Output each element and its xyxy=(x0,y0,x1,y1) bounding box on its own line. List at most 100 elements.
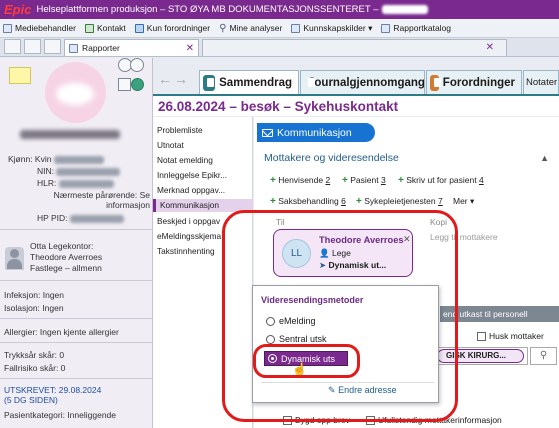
menu-item-notat-emelding[interactable]: Notat emelding xyxy=(157,155,251,165)
divider xyxy=(0,318,152,319)
menu-item-problemliste[interactable]: Problemliste xyxy=(157,125,251,135)
back-arrow-icon[interactable]: ← xyxy=(158,71,172,87)
epic-logo: Epic xyxy=(4,2,32,17)
menu-item-merknad[interactable]: Merknad oppgav... xyxy=(157,185,251,195)
navigation-arrows: ← → xyxy=(158,71,188,87)
add-henvisende-button[interactable]: + Henvisende 2 xyxy=(270,175,330,186)
subsection-title: Mottakere og videresendelse xyxy=(264,152,399,164)
menu-mine-analyser[interactable]: ⚲ Mine analyser xyxy=(219,23,282,34)
patient-nin: NIN: xyxy=(37,166,121,176)
pressure-ulcer-score[interactable]: Trykksår skår: 0 xyxy=(4,350,64,360)
tab-label: Journalgjennomgang xyxy=(308,76,425,89)
menu-rapportkatalog[interactable]: Rapportkatalog xyxy=(381,23,451,33)
report-icon xyxy=(381,23,391,33)
close-icon[interactable]: ✕ xyxy=(186,43,194,54)
tab-journalgjennomgang[interactable]: Journalgjennomgang xyxy=(300,70,425,94)
patient-sidebar: Kjønn: Kvin NIN: HLR: Nærmeste pårørende… xyxy=(0,58,153,428)
next-of-kin[interactable]: Nærmeste pårørende: Se informasjon xyxy=(22,190,150,210)
patient-hlr: HLR: xyxy=(37,178,114,188)
menu-label: Rapportkatalog xyxy=(393,23,452,33)
fall-risk-score[interactable]: Fallrisiko skår: 0 xyxy=(4,363,65,373)
menu-label: Kontakt xyxy=(96,23,126,33)
tab-rapporter[interactable]: Rapporter ✕ xyxy=(64,39,199,56)
plus-icon: + xyxy=(356,196,362,207)
divider xyxy=(0,378,152,379)
forward-arrow-icon[interactable]: → xyxy=(174,71,188,87)
tab-label: Sammendrag xyxy=(219,76,292,89)
menu-label: Kunnskapskilder ▾ xyxy=(303,22,373,33)
tab-label: Forordninger xyxy=(442,76,515,89)
menu-kun-forordninger[interactable]: Kun forordninger xyxy=(134,23,211,33)
add-pasient-button[interactable]: + Pasient 3 xyxy=(342,175,386,186)
add-saksbehandling-button[interactable]: + Saksbehandling 6 xyxy=(270,196,346,207)
tab-notater[interactable]: Notater xyxy=(523,70,559,94)
collapse-icon[interactable]: ▲ xyxy=(540,153,549,163)
edit-icon[interactable] xyxy=(118,78,131,91)
envelope-icon xyxy=(262,128,273,137)
add-skriv-ut-button[interactable]: + Skriv ut for pasient 4 xyxy=(398,175,484,186)
search-icon: ⚲ xyxy=(219,22,227,34)
home-icon[interactable] xyxy=(24,39,41,54)
discharge-days: (5 DG SIDEN) xyxy=(4,395,58,405)
menu-mediebehandler[interactable]: Mediebehandler xyxy=(3,23,76,33)
divider xyxy=(0,280,152,281)
gp-name[interactable]: Theodore Averroes xyxy=(30,252,102,262)
window-title: Helseplattformen produksjon – STO ØYA MB… xyxy=(36,4,379,15)
gp-office[interactable]: Otta Legekontor: xyxy=(30,241,93,251)
gp-role: Fastlege – allmenn xyxy=(30,263,102,273)
menu-item-innleggelse[interactable]: Innleggelse Epikr... xyxy=(157,170,251,180)
patient-list-icon[interactable] xyxy=(4,39,21,54)
schedule-icon[interactable] xyxy=(44,39,61,54)
visit-header: 26.08.2024 – besøk – Sykehuskontakt xyxy=(153,94,559,116)
plus-icon: + xyxy=(270,196,276,207)
tab-patient[interactable]: ✕ xyxy=(202,39,507,56)
menu-kunnskapskilder[interactable]: Kunnskapskilder ▾ xyxy=(291,23,372,34)
orders-icon xyxy=(430,74,441,91)
plus-icon xyxy=(84,23,94,33)
tab-label: Notater xyxy=(526,77,558,88)
allergies[interactable]: Allergier: Ingen kjente allergier xyxy=(4,327,119,337)
patient-category: Pasientkategori: Inneliggende xyxy=(4,410,116,420)
annotation-highlight xyxy=(222,210,458,422)
remember-recipient-checkbox[interactable]: Husk mottaker xyxy=(477,331,544,341)
patient-photo-redaction xyxy=(56,83,94,105)
title-bar: Epic Helseplattformen produksjon – STO Ø… xyxy=(0,0,559,19)
summary-icon xyxy=(203,74,216,91)
divider xyxy=(0,342,152,343)
plus-icon: + xyxy=(270,175,276,186)
plus-icon: + xyxy=(342,175,348,186)
redacted-text xyxy=(382,5,429,14)
section-title: Kommunikasjon xyxy=(277,126,352,139)
menu-label: Mediebehandler xyxy=(15,23,76,33)
infection-status[interactable]: Infeksjon: Ingen xyxy=(4,290,64,300)
isolation-status[interactable]: Isolasjon: Ingen xyxy=(4,303,64,313)
visit-title: 26.08.2024 – besøk – Sykehuskontakt xyxy=(158,98,399,114)
menu-kontakt[interactable]: Kontakt xyxy=(84,23,126,33)
add-sykepleietjenesten-button[interactable]: + Sykepleietjenesten 7 xyxy=(356,196,443,207)
section-header: Kommunikasjon xyxy=(257,123,375,142)
patient-name-redacted xyxy=(20,130,120,139)
workspace-tab-strip: Rapporter ✕ ✕ xyxy=(0,38,559,57)
divider xyxy=(0,229,152,230)
menu-label: Kun forordninger xyxy=(146,23,211,33)
status-icon[interactable] xyxy=(131,78,144,91)
close-icon[interactable]: ✕ xyxy=(486,42,494,53)
discharge-date[interactable]: UTSKREVET: 29.08.2024 xyxy=(4,385,101,395)
menu-label: Mine analyser xyxy=(229,23,283,33)
tab-sammendrag[interactable]: Sammendrag xyxy=(199,70,299,94)
tab-label: Rapporter xyxy=(82,43,120,53)
menu-bar: Mediebehandler Kontakt Kun forordninger … xyxy=(0,19,559,38)
sticky-note-icon[interactable] xyxy=(9,67,31,84)
patient-sex: Kjønn: Kvin xyxy=(8,154,104,164)
search-icon[interactable]: ⚲ xyxy=(530,347,557,365)
checkbox-box xyxy=(477,331,486,341)
patient-hp-pid: HP PID: xyxy=(37,213,124,223)
tab-forordninger[interactable]: Forordninger xyxy=(426,70,522,94)
plus-icon: + xyxy=(398,175,404,186)
avatar xyxy=(5,247,24,270)
more-dropdown[interactable]: Mer ▾ xyxy=(453,196,474,207)
menu-item-utnotat[interactable]: Utnotat xyxy=(157,140,251,150)
report-icon xyxy=(69,43,78,53)
media-icon xyxy=(3,23,12,33)
copy-icon[interactable] xyxy=(130,58,144,72)
